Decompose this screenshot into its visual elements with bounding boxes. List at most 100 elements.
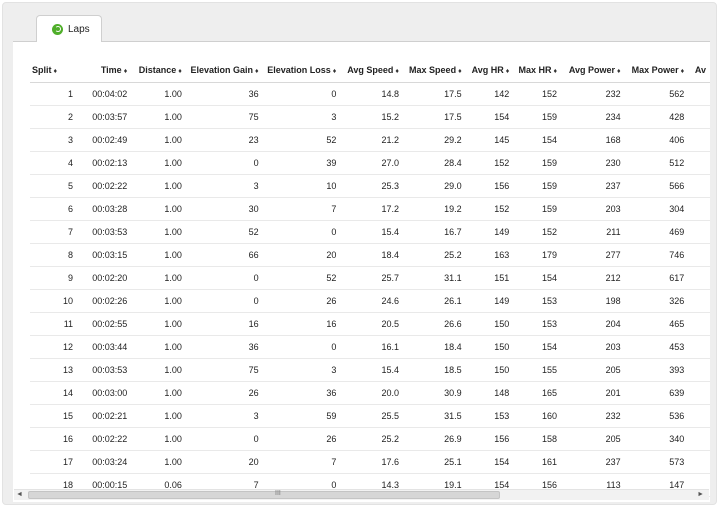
table-cell: 00:03:44 <box>77 335 132 359</box>
table-cell: 159 <box>513 105 562 129</box>
column-header-elevation-loss[interactable]: Elevation Loss ♦ <box>262 58 341 83</box>
sort-icon[interactable]: ♦ <box>553 68 557 75</box>
table-cell: 26.9 <box>402 427 466 451</box>
column-header-max-power[interactable]: Max Power ♦ <box>624 58 689 83</box>
table-row: 17 00:03:24 1.00 20 7 17.6 25.1 154 161 237 573 <box>30 450 710 474</box>
table-cell: 16.1 <box>340 335 403 359</box>
sort-icon[interactable]: ♦ <box>458 68 462 75</box>
table-cell: 154 <box>513 335 562 359</box>
table-row: 8 00:03:15 1.00 66 20 18.4 25.2 163 179 277 746 <box>30 243 710 267</box>
column-header-elevation-gain[interactable]: Elevation Gain ♦ <box>185 58 263 83</box>
table-cell: 163 <box>465 243 514 267</box>
sort-icon[interactable]: ♦ <box>54 68 58 75</box>
table-cell: 406 <box>624 128 689 152</box>
table-cell: 237 <box>561 450 625 474</box>
table-cell: 0 <box>185 427 263 451</box>
table-cell: 25.2 <box>402 243 466 267</box>
table-cell: 23 <box>185 128 263 152</box>
table-row: 13 00:03:53 1.00 75 3 15.4 18.5 150 155 205 393 <box>30 358 710 382</box>
table-cell: 17.2 <box>340 197 403 221</box>
table-cell: 1 <box>30 82 78 106</box>
table-cell: 205 <box>561 358 625 382</box>
table-row: 15 00:02:21 1.00 3 59 25.5 31.5 153 160 232 536 <box>30 404 710 428</box>
sort-icon[interactable]: ♦ <box>617 68 621 75</box>
table-cell: 26.1 <box>402 289 466 313</box>
column-header-max-hr[interactable]: Max HR ♦ <box>513 58 562 83</box>
table-cell: 3 <box>262 358 341 382</box>
sort-icon[interactable]: ♦ <box>178 68 182 75</box>
table-cell-overflow <box>688 243 710 267</box>
column-header-max-speed[interactable]: Max Speed ♦ <box>402 58 466 83</box>
column-header-avg-speed[interactable]: Avg Speed ♦ <box>340 58 403 83</box>
table-cell: 149 <box>465 289 514 313</box>
table-cell: 566 <box>624 174 689 198</box>
table-cell: 26 <box>262 427 341 451</box>
sort-icon[interactable]: ♦ <box>506 68 510 75</box>
table-cell: 16.7 <box>402 220 466 244</box>
table-cell: 179 <box>513 243 562 267</box>
table-cell: 277 <box>561 243 625 267</box>
table-cell: 75 <box>185 105 263 129</box>
table-cell: 1.00 <box>131 381 186 405</box>
table-row: 10 00:02:26 1.00 0 26 24.6 26.1 149 153 198 326 <box>30 289 710 313</box>
laps-content: Split ♦ Time ♦ Distance ♦ Elevation Gain ♦ Eleva… <box>13 41 710 502</box>
table-cell: 25.5 <box>340 404 403 428</box>
table-cell: 152 <box>465 197 514 221</box>
table-cell: 159 <box>513 174 562 198</box>
table-cell: 562 <box>624 82 689 106</box>
table-cell: 617 <box>624 266 689 290</box>
table-cell: 31.1 <box>402 266 466 290</box>
table-cell: 19.2 <box>402 197 466 221</box>
scroll-left-icon[interactable]: ◄ <box>16 491 23 498</box>
table-cell: 1.00 <box>131 128 186 152</box>
table-cell: 205 <box>561 427 625 451</box>
table-cell: 7 <box>262 197 341 221</box>
table-cell: 160 <box>513 404 562 428</box>
table-row: 2 00:03:57 1.00 75 3 15.2 17.5 154 159 234 428 <box>30 105 710 129</box>
tab-laps[interactable]: Laps <box>36 15 102 42</box>
table-cell: 151 <box>465 266 514 290</box>
column-header-av[interactable]: Av <box>688 58 710 83</box>
table-cell: 00:02:49 <box>77 128 132 152</box>
scroll-right-icon[interactable]: ► <box>697 491 704 498</box>
table-cell: 1.00 <box>131 197 186 221</box>
sort-icon[interactable]: ♦ <box>255 68 259 75</box>
table-cell: 10 <box>30 289 78 313</box>
sort-icon[interactable]: ♦ <box>395 68 399 75</box>
table-cell: 25.3 <box>340 174 403 198</box>
column-header-time[interactable]: Time ♦ <box>77 58 132 83</box>
column-header-label: Avg HR <box>471 65 504 75</box>
table-cell: 0 <box>185 266 263 290</box>
table-cell: 153 <box>465 404 514 428</box>
table-cell: 152 <box>465 151 514 175</box>
table-cell: 00:03:28 <box>77 197 132 221</box>
table-cell: 52 <box>262 266 341 290</box>
table-cell: 9 <box>30 266 78 290</box>
table-cell: 746 <box>624 243 689 267</box>
horizontal-scrollbar[interactable]: ◄ III ► <box>14 489 709 500</box>
table-cell: 18.4 <box>402 335 466 359</box>
scrollbar-thumb[interactable]: III <box>28 490 500 499</box>
column-header-split[interactable]: Split ♦ <box>30 58 78 83</box>
sort-icon[interactable]: ♦ <box>333 68 337 75</box>
table-cell: 573 <box>624 450 689 474</box>
table-cell-overflow <box>688 174 710 198</box>
table-cell: 20 <box>262 243 341 267</box>
table-cell: 7 <box>262 450 341 474</box>
sort-icon[interactable]: ♦ <box>681 68 685 75</box>
table-row: 9 00:02:20 1.00 0 52 25.7 31.1 151 154 212 617 <box>30 266 710 290</box>
column-header-label: Elevation Gain <box>190 65 254 75</box>
sort-icon[interactable]: ♦ <box>124 68 128 75</box>
column-header-avg-power[interactable]: Avg Power ♦ <box>561 58 625 83</box>
table-cell: 156 <box>465 427 514 451</box>
table-cell: 26 <box>262 289 341 313</box>
table-cell: 52 <box>262 128 341 152</box>
table-cell: 1.00 <box>131 174 186 198</box>
table-cell: 20 <box>185 450 263 474</box>
column-header-distance[interactable]: Distance ♦ <box>131 58 186 83</box>
table-cell: 14 <box>30 381 78 405</box>
column-header-avg-hr[interactable]: Avg HR ♦ <box>465 58 514 83</box>
table-cell: 165 <box>513 381 562 405</box>
table-cell: 156 <box>465 174 514 198</box>
table-cell: 27.0 <box>340 151 403 175</box>
